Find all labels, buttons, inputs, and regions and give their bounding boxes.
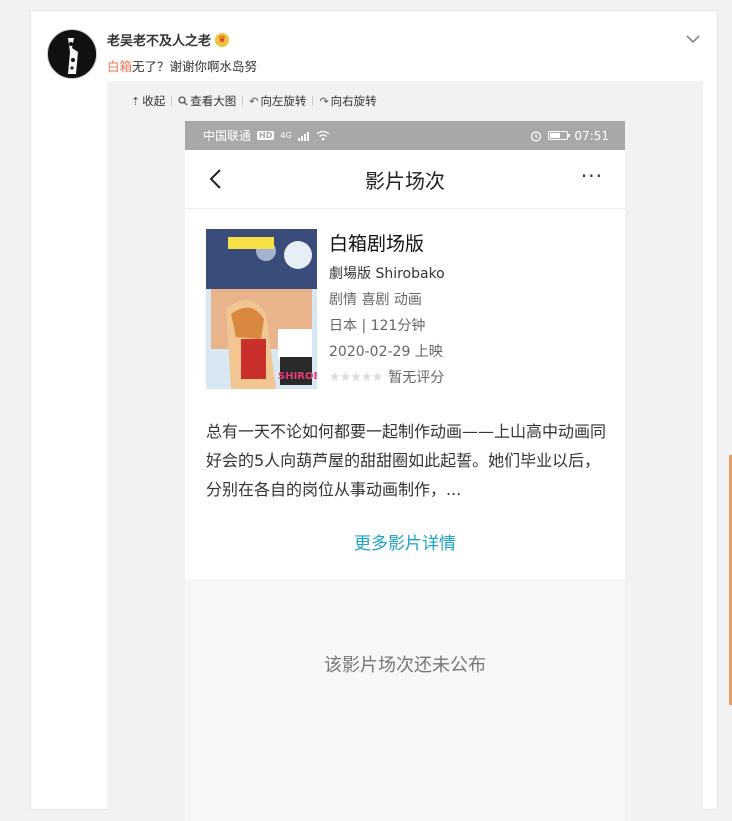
status-bar: 中国联通 HD 4G 07:51 [185, 121, 625, 150]
username-text[interactable]: 老吴老不及人之老 [107, 30, 211, 49]
more-options-icon[interactable]: ··· [581, 164, 603, 188]
poster-logo: SHIROBAKO [278, 371, 317, 382]
rating-text: 暂无评分 [388, 370, 445, 386]
empty-schedule-message: 该影片场次还未公布 [324, 655, 486, 676]
movie-rating: ★★★★★ 暂无评分 [329, 367, 444, 387]
movie-title: 白箱剧场版 [329, 233, 425, 255]
status-time: 07:51 [574, 128, 609, 143]
movie-country-duration: 日本 | 121分钟 [329, 318, 426, 334]
carrier-name: 中国联通 [203, 129, 252, 143]
more-movie-details-link[interactable]: 更多影片详情 [185, 529, 625, 554]
movie-description: 总有一天不论如何都要一起制作动画——上山高中动画同好会的5人向葫芦屋的甜甜圈如此… [206, 422, 607, 499]
avatar[interactable] [47, 29, 97, 79]
rotate-left-icon: ↶ [249, 94, 259, 108]
rotate-right-label: 向右旋转 [330, 94, 377, 108]
crown-badge-icon: ♛ [215, 32, 230, 47]
nav-bar: 影片场次 ··· [185, 150, 625, 209]
chevron-down-icon[interactable] [685, 31, 701, 47]
movie-genres: 剧情 喜剧 动画 [329, 292, 422, 308]
collapse-button[interactable]: ⇡ 收起 [125, 93, 171, 109]
post-text: 白箱无了？谢谢你啊水岛努 [107, 56, 257, 75]
username[interactable]: 老吴老不及人之老 ♛ [107, 30, 230, 49]
rotate-right-icon: ↷ [319, 94, 329, 108]
magnifier-icon [178, 96, 188, 106]
weibo-post-card: 老吴老不及人之老 ♛ 白箱无了？谢谢你啊水岛努 ⇡ 收起 查看大图 ↶ 向左旋转 [30, 10, 718, 821]
movie-info-card: SHIROBAKO 白箱剧场版 劇場版 Shirobako 剧情 喜剧 动画 日… [185, 209, 625, 579]
phone-screenshot: 中国联通 HD 4G 07:51 影片场次 ··· SHIRO 白箱剧场版 劇場… [185, 121, 625, 821]
movie-poster[interactable]: SHIROBAKO [206, 229, 317, 397]
image-preview: ⇡ 收起 查看大图 ↶ 向左旋转 ↷ 向右旋转 中国联通 HD 4G 07:51… [107, 81, 703, 821]
rating-stars-icon: ★★★★★ [329, 369, 383, 385]
movie-release-date: 2020-02-29 上映 [329, 344, 443, 360]
alarm-icon [531, 130, 542, 142]
wifi-icon [316, 130, 330, 141]
rotate-left-button[interactable]: ↶ 向左旋转 [243, 93, 312, 109]
page-title: 影片场次 [365, 168, 445, 193]
movie-original-title: 劇場版 Shirobako [329, 266, 445, 282]
signal-network: 4G [280, 131, 292, 140]
rotate-left-label: 向左旋转 [260, 94, 307, 108]
signal-icon [297, 131, 309, 141]
collapse-icon: ⇡ [131, 94, 141, 108]
view-large-button[interactable]: 查看大图 [172, 93, 242, 109]
view-large-label: 查看大图 [190, 94, 237, 108]
post-topic-link[interactable]: 白箱 [107, 59, 132, 74]
image-toolbar: ⇡ 收起 查看大图 ↶ 向左旋转 ↷ 向右旋转 [125, 93, 383, 109]
battery-icon [548, 131, 571, 140]
hd-badge: HD [257, 131, 275, 140]
rotate-right-button[interactable]: ↷ 向右旋转 [313, 93, 382, 109]
back-arrow-icon[interactable] [205, 167, 229, 191]
post-text-body: 无了？谢谢你啊水岛努 [132, 59, 258, 74]
collapse-label: 收起 [142, 94, 166, 108]
